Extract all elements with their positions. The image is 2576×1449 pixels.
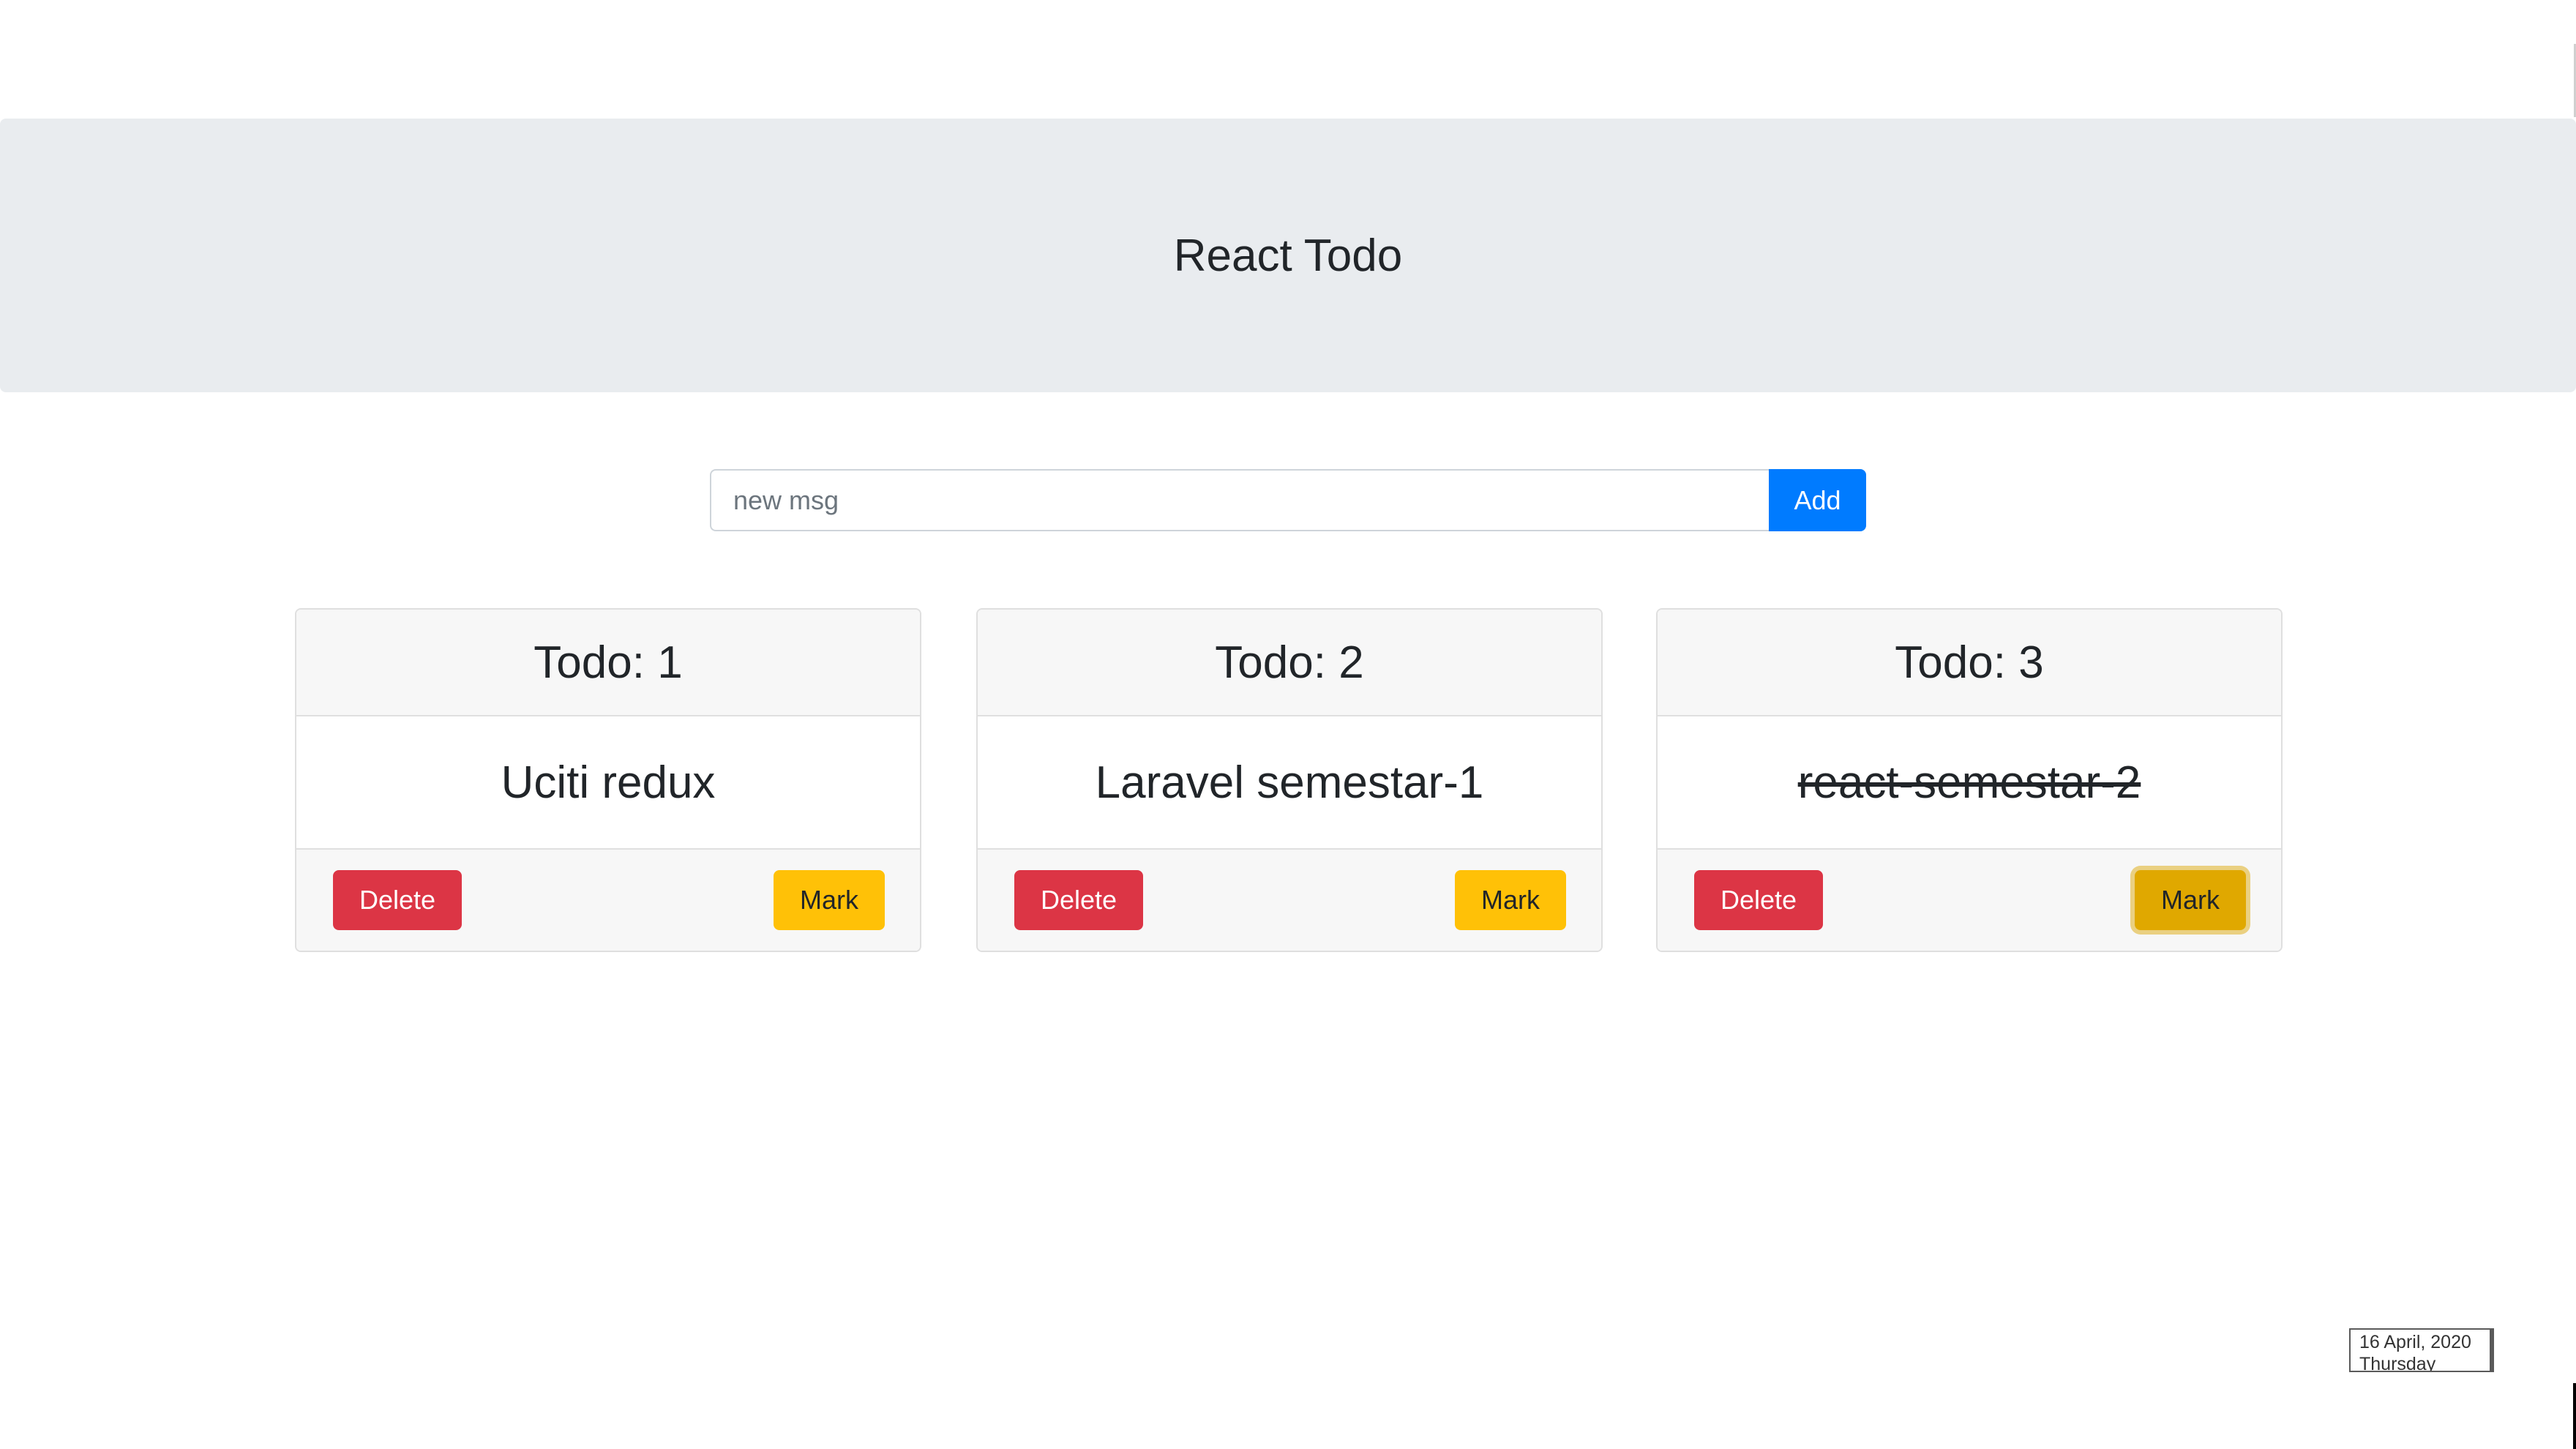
new-todo-input[interactable]	[710, 469, 1769, 531]
date-text: 16 April, 2020	[2359, 1332, 2471, 1352]
new-todo-form: Add	[710, 469, 1866, 531]
window-edge-line	[2573, 1383, 2576, 1449]
todo-card-header: Todo: 2	[978, 610, 1601, 716]
delete-button[interactable]: Delete	[1694, 870, 1823, 930]
todo-text-completed: react-semestar-2	[1658, 716, 2281, 850]
mark-button[interactable]: Mark	[774, 870, 885, 930]
todo-app-page: React Todo Add Todo: 1 Uciti redux Delet…	[0, 0, 2576, 1449]
todo-card-footer: Delete Mark	[296, 850, 920, 951]
todo-card-header: Todo: 1	[296, 610, 920, 716]
mark-button[interactable]: Mark	[2135, 870, 2246, 930]
todo-card: Todo: 2 Laravel semestar-1 Delete Mark	[976, 608, 1603, 952]
todo-card: Todo: 3 react-semestar-2 Delete Mark	[1656, 608, 2283, 952]
delete-button[interactable]: Delete	[333, 870, 462, 930]
todo-card-footer: Delete Mark	[1658, 850, 2281, 951]
date-widget: 16 April, 2020 Thursday	[2349, 1328, 2494, 1372]
mark-button[interactable]: Mark	[1455, 870, 1566, 930]
weekday-text: Thursday	[2359, 1354, 2436, 1372]
delete-button[interactable]: Delete	[1014, 870, 1143, 930]
page-title: React Todo	[1173, 230, 1403, 281]
header-banner: React Todo	[0, 119, 2576, 392]
todo-text: Laravel semestar-1	[978, 716, 1601, 850]
todo-card-header: Todo: 3	[1658, 610, 2281, 716]
todo-card-footer: Delete Mark	[978, 850, 1601, 951]
todo-text: Uciti redux	[296, 716, 920, 850]
add-button[interactable]: Add	[1769, 469, 1866, 531]
todo-card-list: Todo: 1 Uciti redux Delete Mark Todo: 2 …	[295, 608, 2283, 952]
todo-card: Todo: 1 Uciti redux Delete Mark	[295, 608, 921, 952]
